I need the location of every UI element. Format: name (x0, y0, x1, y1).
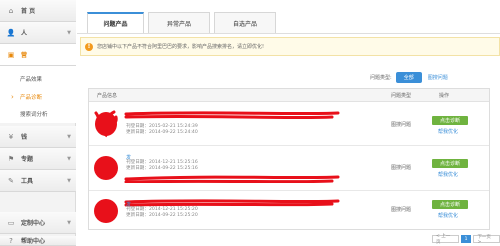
table-row: 刊登日期：2015-02-21 15:24:39 更新日期：2014-09-22… (89, 103, 489, 146)
chevron-down-icon: ▼ (67, 219, 71, 226)
nav-item-home[interactable]: ⌂ 首 页 (0, 0, 76, 22)
optimize-link[interactable]: 帮我优化 (438, 212, 458, 219)
monitor-icon: ▭ (7, 218, 15, 227)
problem-type-filter: 问题类型: 全部 图搜问题 (370, 72, 448, 83)
problem-type: 图搜问题 (391, 207, 412, 213)
filter-label: 问题类型: (370, 75, 392, 81)
tab-problem-products[interactable]: 问题产品 (87, 12, 144, 33)
sidebar: ⌂ 首 页 👤 人 ▼ ▣ 营 产品效果 产品诊断 搜索词分析 ¥ 钱 ▼ ⚑ … (0, 0, 76, 246)
optimize-link[interactable]: 帮我优化 (438, 128, 458, 135)
nav-label: 工具 (21, 178, 34, 185)
nav-item-custom-center[interactable]: ▭ 定制中心 ▼ (0, 212, 76, 234)
nav-label: 帮助中心 (21, 238, 46, 245)
pagination: < 上一页 1 下一页 > (430, 234, 500, 245)
warning-notice: ! 您店铺中以下产品不符合阿里巴巴的要求，影响产品搜索排名，请立即优化! (80, 37, 500, 56)
chevron-down-icon: ▼ (67, 29, 71, 36)
submenu-item-search-analysis[interactable]: 搜索词分析 (0, 105, 76, 123)
update-date: 更新日期：2014-09-22 15:24:40 (126, 130, 198, 135)
nav-item-people[interactable]: 👤 人 ▼ (0, 22, 76, 44)
table-row: 发 刊登日期：2014-12-21 15:25:16 更新日期：2014-09-… (89, 147, 489, 191)
chevron-down-icon: ▼ (67, 155, 71, 162)
nav-label: 专题 (21, 156, 34, 163)
header-problem-type: 问题类型 (391, 93, 412, 99)
nav-item-topics[interactable]: ⚑ 专题 ▼ (0, 148, 76, 170)
filter-image-search-link[interactable]: 图搜问题 (428, 74, 448, 81)
optimize-link[interactable]: 帮我优化 (438, 171, 458, 178)
problem-type: 图搜问题 (391, 165, 412, 171)
nav-label: 首 页 (21, 8, 36, 15)
nav-item-money[interactable]: ¥ 钱 ▼ (0, 126, 76, 148)
update-date: 更新日期：2014-09-22 15:25:20 (126, 213, 198, 218)
tab-abnormal-products[interactable]: 异常产品 (148, 12, 210, 33)
chevron-down-icon: ▼ (67, 133, 71, 140)
header-actions: 操作 (439, 93, 450, 99)
update-date: 更新日期：2014-09-22 15:25:16 (126, 166, 198, 171)
diagnose-button[interactable]: 点击诊断 (432, 200, 468, 209)
wrench-icon: ✎ (8, 176, 14, 185)
submenu-item-product-diagnosis[interactable]: 产品诊断 (0, 88, 76, 106)
chevron-down-icon: ▼ (67, 177, 71, 184)
gift-icon: ▣ (7, 50, 15, 59)
submenu-item-product-effect[interactable]: 产品效果 (0, 70, 76, 88)
next-page-button[interactable]: 下一页 > (473, 235, 500, 245)
nav-label: 定制中心 (21, 220, 46, 227)
user-icon: 👤 (6, 28, 16, 37)
diagnose-button[interactable]: 点击诊断 (432, 116, 468, 125)
nav-label: 人 (21, 30, 28, 37)
help-icon: ? (9, 236, 13, 245)
flag-icon: ⚑ (7, 154, 15, 163)
tab-custom-products[interactable]: 自选产品 (214, 12, 276, 33)
diagnose-button[interactable]: 点击诊断 (432, 159, 468, 168)
problem-products-table: 产品信息 问题类型 操作 刊登日期：2015-02-21 15:24:39 更新… (88, 88, 490, 230)
tab-bar: 问题产品 异常产品 自选产品 (87, 12, 280, 33)
problem-type: 图搜问题 (391, 122, 412, 128)
nav-label: 钱 (21, 134, 28, 141)
nav-item-marketing[interactable]: ▣ 营 (0, 44, 76, 66)
filter-all-button[interactable]: 全部 (395, 72, 422, 83)
nav-label: 营 (21, 52, 28, 59)
table-header: 产品信息 问题类型 操作 (89, 89, 489, 102)
notice-text: 您店铺中以下产品不符合阿里巴巴的要求，影响产品搜索排名，请立即优化! (97, 44, 265, 50)
prev-page-button[interactable]: < 上一页 (432, 234, 459, 245)
page-number-button[interactable]: 1 (460, 235, 472, 243)
nav-item-help-center[interactable]: ? 帮助中心 (0, 236, 76, 246)
warning-icon: ! (85, 42, 93, 51)
home-icon: ⌂ (8, 6, 14, 15)
yen-icon: ¥ (8, 132, 14, 141)
nav-item-tools[interactable]: ✎ 工具 ▼ (0, 170, 76, 192)
submenu: 产品效果 产品诊断 搜索词分析 (0, 66, 76, 123)
header-product-info: 产品信息 (97, 93, 118, 99)
table-row: 发 刊登日期：2014-12-21 15:25:20 更新日期：2014-09-… (89, 192, 489, 230)
